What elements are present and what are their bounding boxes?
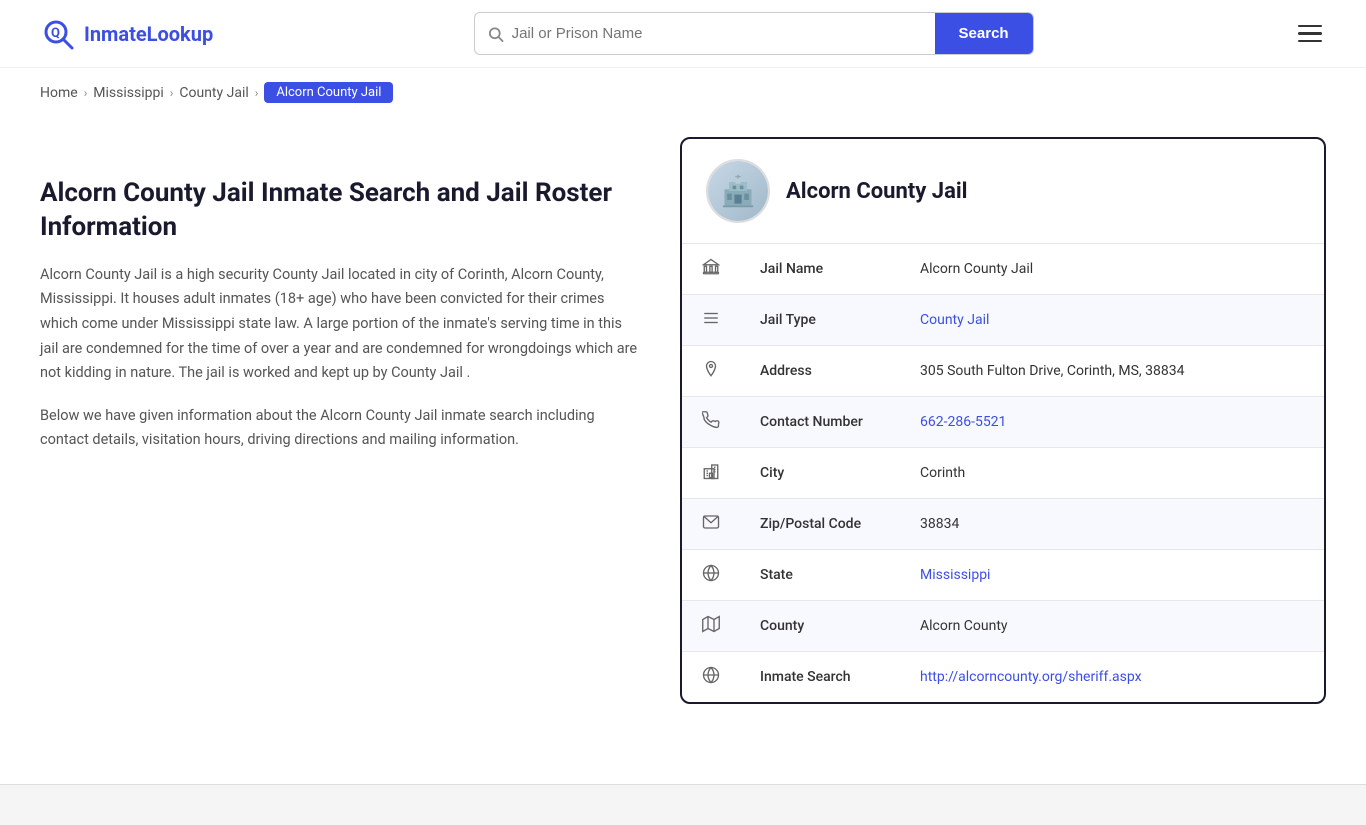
page-sub-description: Below we have given information about th…	[40, 404, 640, 453]
row-value: 305 South Fulton Drive, Corinth, MS, 388…	[900, 346, 1324, 397]
row-link[interactable]: 662-286-5521	[920, 414, 1006, 430]
row-icon	[682, 244, 740, 295]
search-button[interactable]: Search	[935, 13, 1033, 54]
row-label: State	[740, 550, 900, 601]
logo-text: InmateLookup	[84, 22, 213, 46]
breadcrumb-sep-3: ›	[255, 86, 259, 100]
row-value: 38834	[900, 499, 1324, 550]
row-value: Alcorn County	[900, 601, 1324, 652]
left-column: Alcorn County Jail Inmate Search and Jai…	[40, 137, 680, 453]
jail-card: Alcorn County Jail Jail NameAlcorn Count…	[680, 137, 1326, 704]
breadcrumb-type[interactable]: County Jail	[179, 85, 248, 101]
table-row: Jail Type County Jail	[682, 295, 1324, 346]
row-label: Contact Number	[740, 397, 900, 448]
breadcrumb-sep-1: ›	[84, 86, 88, 100]
jail-info-table: Jail NameAlcorn County JailJail Type Coun…	[682, 244, 1324, 702]
table-row: CityCorinth	[682, 448, 1324, 499]
row-label: County	[740, 601, 900, 652]
row-icon	[682, 346, 740, 397]
table-row: Jail NameAlcorn County Jail	[682, 244, 1324, 295]
jail-avatar	[706, 159, 770, 223]
table-row: Zip/Postal Code38834	[682, 499, 1324, 550]
row-label: Jail Name	[740, 244, 900, 295]
row-label: Jail Type	[740, 295, 900, 346]
search-icon	[487, 25, 504, 43]
table-row: Contact Number 662-286-5521	[682, 397, 1324, 448]
row-value[interactable]: http://alcorncounty.org/sheriff.aspx	[900, 652, 1324, 703]
page-description: Alcorn County Jail is a high security Co…	[40, 263, 640, 386]
menu-button[interactable]	[1294, 21, 1326, 47]
logo-icon: Q	[40, 16, 76, 52]
row-icon	[682, 448, 740, 499]
row-icon	[682, 295, 740, 346]
jail-card-title: Alcorn County Jail	[786, 179, 968, 204]
breadcrumb-state[interactable]: Mississippi	[93, 85, 163, 101]
table-row: State Mississippi	[682, 550, 1324, 601]
breadcrumb-sep-2: ›	[170, 86, 174, 100]
search-bar: Search	[474, 12, 1034, 55]
row-link[interactable]: Mississippi	[920, 567, 990, 583]
row-label: Inmate Search	[740, 652, 900, 703]
row-icon	[682, 499, 740, 550]
row-value[interactable]: 662-286-5521	[900, 397, 1324, 448]
row-label: Address	[740, 346, 900, 397]
row-icon	[682, 652, 740, 703]
row-link[interactable]: County Jail	[920, 312, 989, 328]
breadcrumb-active: Alcorn County Jail	[264, 82, 393, 103]
jail-building-icon	[720, 173, 756, 209]
breadcrumb: Home › Mississippi › County Jail › Alcor…	[0, 68, 1366, 117]
table-row: Inmate Search http://alcorncounty.org/she…	[682, 652, 1324, 703]
row-value: Corinth	[900, 448, 1324, 499]
row-icon	[682, 550, 740, 601]
table-row: Address305 South Fulton Drive, Corinth, …	[682, 346, 1324, 397]
row-label: City	[740, 448, 900, 499]
breadcrumb-home[interactable]: Home	[40, 85, 78, 101]
row-link[interactable]: http://alcorncounty.org/sheriff.aspx	[920, 669, 1142, 685]
svg-text:Q: Q	[51, 26, 60, 41]
row-icon	[682, 397, 740, 448]
table-row: CountyAlcorn County	[682, 601, 1324, 652]
jail-card-header: Alcorn County Jail	[682, 139, 1324, 244]
row-icon	[682, 601, 740, 652]
row-value: Alcorn County Jail	[900, 244, 1324, 295]
main-content: Alcorn County Jail Inmate Search and Jai…	[0, 117, 1366, 744]
row-value[interactable]: Mississippi	[900, 550, 1324, 601]
logo[interactable]: Q InmateLookup	[40, 16, 213, 52]
header: Q InmateLookup Search	[0, 0, 1366, 68]
page-title: Alcorn County Jail Inmate Search and Jai…	[40, 177, 640, 245]
row-value[interactable]: County Jail	[900, 295, 1324, 346]
right-column: Alcorn County Jail Jail NameAlcorn Count…	[680, 137, 1326, 704]
row-label: Zip/Postal Code	[740, 499, 900, 550]
footer-bar	[0, 784, 1366, 825]
search-input[interactable]	[512, 15, 923, 52]
